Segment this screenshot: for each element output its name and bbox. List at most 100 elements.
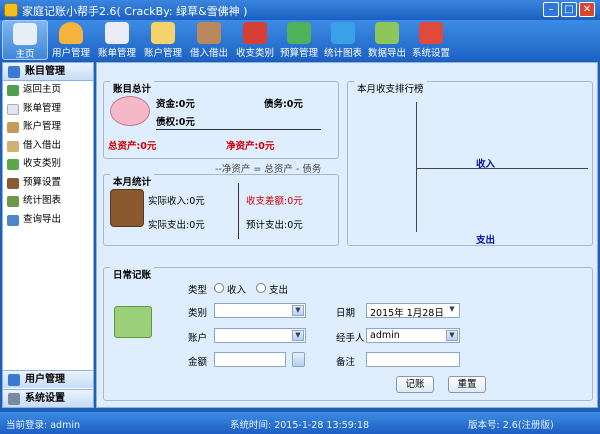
note-label: 备注 [336,357,356,368]
sidebar-item-borrow[interactable]: 借入借出 [3,137,93,156]
funds-value: 资金:0元 [156,99,195,110]
balance-value: 收支差额:0元 [246,196,303,207]
toolbar-account-button[interactable]: 账户管理 [140,20,186,60]
account-icon [151,22,175,44]
bill-icon [7,103,19,115]
actual-income-value: 实际收入:0元 [148,196,205,207]
sidebar-item-home[interactable]: 返回主页 [3,81,93,100]
version-number: 版本号: 2.6(注册版) [468,420,554,431]
date-label: 日期 [336,308,356,319]
sidebar-item-category[interactable]: 收支类别 [3,155,93,174]
type-expense-label: 支出 [269,285,289,296]
chart-icon [7,196,19,207]
main-toolbar: 主页 用户管理 账单管理 账户管理 借入借出 收支类别 预算管理 统计图表 数据… [0,20,600,60]
basket-icon [243,22,267,44]
amount-input[interactable] [214,352,286,367]
amount-label: 金额 [188,357,208,368]
category-label: 类别 [188,308,208,319]
toolbar-budget-button[interactable]: 预算管理 [276,20,322,60]
budget-icon [287,22,311,44]
date-picker[interactable]: 2015年 1月28日 ▼ [366,303,460,319]
ranking-axis-horizontal [416,168,588,169]
type-expense-radio[interactable] [256,283,266,293]
borrow-icon [7,140,19,152]
ranking-axis-vertical [416,102,417,232]
system-time: 系统时间: 2015-1-28 13:59:18 [230,420,370,431]
toolbar-chart-button[interactable]: 统计图表 [320,20,366,60]
app-icon [4,3,18,17]
handler-label: 经手人 [336,333,365,344]
note-input[interactable] [366,352,460,367]
sidebar-item-query[interactable]: 查询导出 [3,211,93,230]
chevron-down-icon: ▼ [446,330,458,341]
piggy-bank-icon [110,96,150,126]
sidebar-user-manage[interactable]: 用户管理 [3,370,93,388]
daily-entry-group: 日常记账 类型 收入 支出 类别 ▼ 日期 2015年 1月28日 ▼ 账户 ▼… [103,267,593,401]
account-label: 账户 [188,333,208,344]
budget-expense-value: 预计支出:0元 [246,220,303,231]
borrow-icon [197,22,221,44]
current-login: 当前登录: admin [6,420,80,431]
total-assets-value: 总资产:0元 [108,141,157,152]
search-icon [7,214,19,226]
ranking-income-label: 收入 [476,159,496,170]
net-assets-value: 净资产:0元 [226,141,275,152]
type-income-label: 收入 [227,285,247,296]
type-income-radio[interactable] [214,283,224,293]
handler-select[interactable]: admin ▼ [366,328,460,343]
status-bar: 当前登录: admin 系统时间: 2015-1-28 13:59:18 版本号… [0,412,600,434]
chevron-down-icon: ▼ [292,330,304,341]
submit-entry-button[interactable]: 记账 [396,376,434,393]
sidebar-header[interactable]: 账目管理 [3,63,93,81]
sidebar: 账目管理 返回主页 账单管理 账户管理 借入借出 收支类别 预算设置 统计图表 … [2,62,94,408]
summary-group: 账目总计 资金:0元 债务:0元 债权:0元 总资产:0元 净资产:0元 [103,81,339,159]
main-panel: 账目总计 资金:0元 债务:0元 债权:0元 总资产:0元 净资产:0元 --净… [96,62,598,408]
export-icon [375,22,399,44]
settings-icon [419,22,443,44]
toolbar-bill-button[interactable]: 账单管理 [94,20,140,60]
window-title: 家庭记账小帮手2.6( CrackBy: 绿草&雪佛神 ) [22,5,248,18]
home-icon [13,23,37,45]
type-label: 类型 [188,285,208,296]
claims-value: 债权:0元 [156,117,195,128]
calculator-button-icon[interactable] [292,352,305,367]
summary-divider [156,129,321,130]
bill-icon [105,22,129,44]
toolbar-borrow-button[interactable]: 借入借出 [186,20,232,60]
back-icon [7,85,19,96]
monthly-divider [238,183,239,239]
sidebar-item-budget[interactable]: 预算设置 [3,174,93,193]
chart-icon [331,22,355,44]
sidebar-item-account[interactable]: 账户管理 [3,118,93,137]
debt-value: 债务:0元 [264,99,303,110]
actual-expense-value: 实际支出:0元 [148,220,205,231]
toolbar-settings-button[interactable]: 系统设置 [408,20,454,60]
minimize-button[interactable]: – [543,2,559,17]
account-select[interactable]: ▼ [214,328,306,343]
maximize-button[interactable]: □ [561,2,577,17]
sidebar-item-chart[interactable]: 统计图表 [3,192,93,211]
ranking-group: 本月收支排行榜 收入 支出 [347,81,593,246]
close-button[interactable]: ✕ [579,2,595,17]
wallet-icon [110,189,144,227]
toolbar-user-button[interactable]: 用户管理 [48,20,94,60]
toolbar-category-button[interactable]: 收支类别 [232,20,278,60]
account-icon [7,122,19,133]
monthly-group: 本月统计 实际收入:0元 实际支出:0元 收支差额:0元 预计支出:0元 [103,174,339,246]
ranking-expense-label: 支出 [476,235,496,246]
toolbar-home-button[interactable]: 主页 [2,20,48,60]
user-icon [59,22,83,44]
sidebar-item-bill[interactable]: 账单管理 [3,100,93,119]
toolbar-export-button[interactable]: 数据导出 [364,20,410,60]
title-bar: 家庭记账小帮手2.6( CrackBy: 绿草&雪佛神 ) – □ ✕ [0,0,600,20]
sidebar-system-settings[interactable]: 系统设置 [3,389,93,407]
budget-icon [7,177,19,189]
category-icon [7,159,19,170]
user-icon [8,374,20,386]
chevron-down-icon: ▼ [292,305,304,316]
net-assets-formula: --净资产 = 总资产 - 债务 [215,164,322,175]
reset-button[interactable]: 重置 [448,376,486,393]
category-select[interactable]: ▼ [214,303,306,318]
ledger-icon [8,66,20,78]
settings-icon [8,393,20,405]
